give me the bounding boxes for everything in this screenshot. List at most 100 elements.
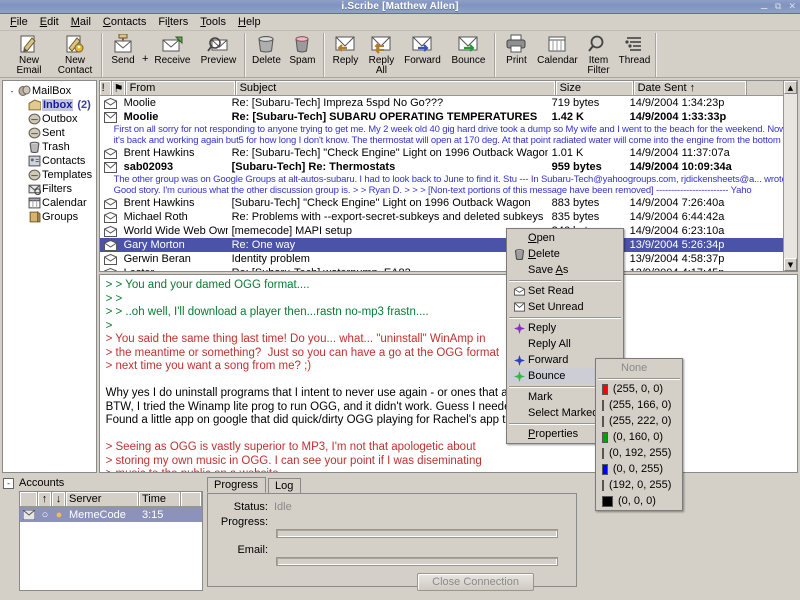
reply-button[interactable]: Reply [327,33,363,66]
calendar-button[interactable]: Calendar [534,33,580,66]
minimize-icon[interactable]: ⚊ [760,2,768,12]
mark-color-submenu[interactable]: None (255, 0, 0) (255, 166, 0) (255, 222, 0… [595,358,683,511]
message-row[interactable]: Michael Roth Re: Problems with --export-s… [100,210,797,224]
menu-contacts[interactable]: Contacts [97,15,152,29]
close-connection-button[interactable]: Close Connection [417,573,534,591]
menu-edit[interactable]: Edit [34,15,65,29]
delete-button[interactable]: Delete [248,33,284,66]
accounts-list-header: ↑ ↓ Server Time [20,492,202,507]
preview-button[interactable]: Preview [195,33,241,66]
forward-button[interactable]: Forward [399,33,445,66]
message-row[interactable]: Gerwin BeranIdentity problem521 bytes13/… [100,252,797,266]
mark-color-item[interactable]: (255, 166, 0) [597,397,681,413]
message-row[interactable]: Gary MortonRe: One way3.51 K13/9/2004 5:… [99,238,797,252]
sidebar-item-outbox[interactable]: Outbox [7,112,96,126]
accounts-time-column-header[interactable]: Time [139,492,181,506]
priority-column-header[interactable]: ! [99,81,112,95]
message-row[interactable]: Brent Hawkins Re: [Subaru-Tech] "Check En… [100,146,797,160]
flag-column-header[interactable]: ⚑ [111,81,126,95]
accounts-blank-column-header[interactable] [181,492,202,506]
expander-icon[interactable]: - [7,87,17,96]
mark-color-item[interactable]: (192, 0, 255) [597,477,681,493]
spam-button[interactable]: Spam [284,33,320,66]
print-button[interactable]: Print [498,33,534,66]
mark-color-item[interactable]: (255, 0, 0) [597,381,681,397]
tab-log[interactable]: Log [268,478,302,493]
sidebar-item-inbox[interactable]: Inbox (2) [7,98,96,112]
subject-column-header[interactable]: Subject [235,81,556,95]
read-mail-icon [100,147,120,159]
mark-color-item[interactable]: (0, 0, 255) [597,461,681,477]
context-menu-item-open[interactable]: Open [508,230,622,246]
sidebar-item-contacts[interactable]: Contacts [7,154,96,168]
context-menu-item-delete[interactable]: Delete [508,246,622,262]
context-menu-item-label: Delete [528,248,560,260]
accounts-row[interactable]: ○ ● MemeCode 3:15 [20,507,202,522]
sidebar-item-groups[interactable]: Groups [7,210,96,224]
menu-filters[interactable]: Filters [152,15,194,29]
mark-color-item[interactable]: (0, 160, 0) [597,429,681,445]
message-row[interactable]: Moolie Re: [Subaru-Tech] Impreza 5spd No … [100,96,797,110]
message-row[interactable]: Moolie Re: [Subaru-Tech] SUBARU OPERATING… [100,110,797,124]
sidebar-item-label: Filters [42,183,72,195]
toolbar-group-respond: Reply Reply All Forward Bounce [324,33,496,77]
menu-tools[interactable]: Tools [194,15,232,29]
sidebar-item-trash[interactable]: Trash [7,140,96,154]
size-column-header[interactable]: Size [555,81,634,95]
context-menu-separator [509,317,621,318]
close-icon[interactable]: ✕ [788,2,796,12]
mark-none-item[interactable]: None [597,360,681,376]
message-row[interactable]: Brent Hawkins [Subaru-Tech] "Check Engine… [100,196,797,210]
reply-icon [333,33,357,55]
message-from: Moolie [123,97,156,109]
accounts-expander-icon[interactable]: - [3,477,14,489]
account-down-indicator: ● [55,508,63,521]
account-server-name: MemeCode [69,508,126,521]
scroll-down-icon[interactable]: ▼ [784,258,797,271]
bounce-button[interactable]: Bounce [445,33,491,66]
context-menu-item-label: Set Unread [528,301,584,313]
context-menu-item-reply[interactable]: Reply [508,320,622,336]
accounts-server-column-header[interactable]: Server [66,492,139,506]
item-filter-button[interactable]: Item Filter [580,33,616,76]
message-list-scrollbar[interactable]: ▲ ▼ [783,81,797,271]
message-list[interactable]: ! ⚑ From Subject Size Date Sent ↑ Moolie… [98,80,798,272]
sidebar-item-calendar[interactable]: Calendar [7,196,96,210]
maximize-icon[interactable]: ⧉ [775,2,781,12]
context-menu-item-set-read[interactable]: Set Read [508,283,622,299]
menu-help[interactable]: Help [232,15,267,29]
folder-tree-panel[interactable]: - MailBox Inbox (2) Outbox Sent Trash Contact… [2,80,97,473]
receive-button[interactable]: Receive [149,33,195,66]
message-row[interactable]: LesterRe: [Subaru-Tech] waterpump, EA82 1… [100,266,797,271]
scroll-up-icon[interactable]: ▲ [784,81,797,94]
context-menu-item-save-as[interactable]: Save As [508,262,622,278]
accounts-icon-column-header[interactable] [20,492,38,506]
reply-all-button[interactable]: Reply All [363,33,399,76]
tree-root-mailbox[interactable]: - MailBox [7,84,96,98]
thread-button[interactable]: Thread [616,33,652,66]
context-menu-item-reply-all[interactable]: Reply All [508,336,622,352]
date-sent-column-header[interactable]: Date Sent ↑ [633,81,747,95]
accounts-list[interactable]: ↑ ↓ Server Time ○ ● MemeCode 3:15 [19,491,203,591]
tab-progress[interactable]: Progress [207,477,267,493]
from-column-header[interactable]: From [125,81,236,95]
mark-color-item[interactable]: (0, 192, 255) [597,445,681,461]
message-row[interactable]: World Wide Web Owner[memecode] MAPI setu… [100,224,797,238]
new-contact-button[interactable]: New Contact [52,33,98,76]
menu-file[interactable]: FFileile [4,15,34,29]
context-menu-item-set-unread[interactable]: Set Unread [508,299,622,315]
new-email-button[interactable]: New Email [6,33,52,76]
send-button[interactable]: Send [105,33,141,66]
mark-color-item[interactable]: (255, 222, 0) [597,413,681,429]
accounts-down-column-header[interactable]: ↓ [52,492,66,506]
sidebar-item-templates[interactable]: Templates [7,168,96,182]
sidebar-item-filters[interactable]: Filters [7,182,96,196]
menu-mail[interactable]: Mail [65,15,97,29]
sidebar-item-sent[interactable]: Sent [7,126,96,140]
message-row[interactable]: sab02093 [Subaru-Tech] Re: Thermostats 959… [100,160,797,174]
message-body-panel[interactable]: > > You and your damed OGG format.... > >… [98,274,798,473]
progress-bar [276,529,558,538]
context-menu-item-label: Reply All [528,338,571,350]
mark-color-item[interactable]: (0, 0, 0) [597,493,681,509]
accounts-up-column-header[interactable]: ↑ [38,492,52,506]
